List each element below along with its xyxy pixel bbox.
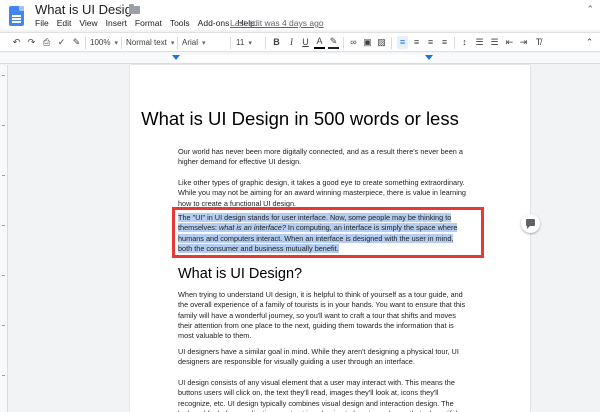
- annotation-box: [172, 207, 484, 258]
- menu-tools[interactable]: Tools: [170, 18, 190, 28]
- highlight-color-icon[interactable]: ✎: [328, 36, 339, 49]
- link-icon[interactable]: ∞: [348, 36, 359, 49]
- left-indent-marker[interactable]: [172, 55, 180, 60]
- image-icon[interactable]: ▨: [376, 36, 387, 49]
- decrease-indent-icon[interactable]: ⇤: [504, 36, 515, 49]
- menu-addons[interactable]: Add-ons: [198, 18, 230, 28]
- paragraph-ui-designers[interactable]: UI designers have a similar goal in mind…: [178, 347, 468, 368]
- vertical-scrollbar[interactable]: [592, 65, 600, 412]
- numbered-list-icon[interactable]: ☰: [474, 36, 485, 49]
- collapse-toolbar-icon[interactable]: ⌃: [584, 36, 595, 49]
- paragraph-intro[interactable]: Our world has never been more digitally …: [178, 147, 468, 168]
- folder-icon[interactable]: [129, 4, 140, 14]
- clear-formatting-icon[interactable]: T̸: [533, 36, 544, 49]
- section-heading[interactable]: What is UI Design?: [178, 266, 302, 282]
- paragraph-visual-elements[interactable]: UI design consists of any visual element…: [178, 378, 468, 412]
- last-edit-link[interactable]: Last edit was 4 days ago: [230, 18, 324, 28]
- menu-bar: File Edit View Insert Format Tools Add-o…: [35, 18, 255, 28]
- spellcheck-icon[interactable]: ✓: [56, 36, 67, 49]
- star-icon[interactable]: ☆: [115, 2, 126, 16]
- add-comment-icon[interactable]: [521, 214, 540, 233]
- right-indent-marker[interactable]: [425, 55, 433, 60]
- print-icon[interactable]: ⎙: [41, 36, 52, 49]
- horizontal-ruler: [0, 53, 600, 64]
- menu-insert[interactable]: Insert: [106, 18, 127, 28]
- document-heading[interactable]: What is UI Design in 500 words or less: [0, 108, 600, 130]
- menu-view[interactable]: View: [79, 18, 97, 28]
- comment-icon[interactable]: ▣: [362, 36, 373, 49]
- toolbar: ↶ ↷ ⎙ ✓ ✎ 100% Normal text Arial 11 B I …: [0, 32, 600, 52]
- menu-edit[interactable]: Edit: [57, 18, 72, 28]
- undo-icon[interactable]: ↶: [11, 36, 22, 49]
- redo-icon[interactable]: ↷: [26, 36, 37, 49]
- paint-format-icon[interactable]: ✎: [71, 36, 82, 49]
- style-select[interactable]: Normal text: [126, 36, 174, 49]
- menu-file[interactable]: File: [35, 18, 49, 28]
- docs-logo-icon[interactable]: [9, 6, 24, 26]
- collapse-menus-icon[interactable]: ⌃: [586, 4, 594, 15]
- align-right-icon[interactable]: ≡: [425, 36, 436, 49]
- align-center-icon[interactable]: ≡: [411, 36, 422, 49]
- text-color-button[interactable]: A: [314, 36, 325, 49]
- font-size-select[interactable]: 11: [236, 36, 252, 49]
- ruler-track: [175, 55, 429, 62]
- increase-indent-icon[interactable]: ⇥: [518, 36, 529, 49]
- bold-button[interactable]: B: [271, 36, 282, 49]
- underline-button[interactable]: U: [300, 36, 311, 49]
- bulleted-list-icon[interactable]: ☰: [489, 36, 500, 49]
- font-select[interactable]: Arial: [182, 36, 206, 49]
- align-justify-icon[interactable]: ≡: [439, 36, 450, 49]
- paragraph-graphic-design[interactable]: Like other types of graphic design, it t…: [178, 178, 468, 209]
- paragraph-tour-guide[interactable]: When trying to understand UI design, it …: [178, 290, 468, 341]
- title-bar: What is UI Design ☆ File Edit View Inser…: [0, 0, 600, 30]
- zoom-select[interactable]: 100%: [90, 36, 118, 49]
- align-left-icon[interactable]: ≡: [397, 36, 408, 49]
- italic-button[interactable]: I: [286, 36, 297, 49]
- line-spacing-icon[interactable]: ↕: [459, 36, 470, 49]
- menu-format[interactable]: Format: [135, 18, 162, 28]
